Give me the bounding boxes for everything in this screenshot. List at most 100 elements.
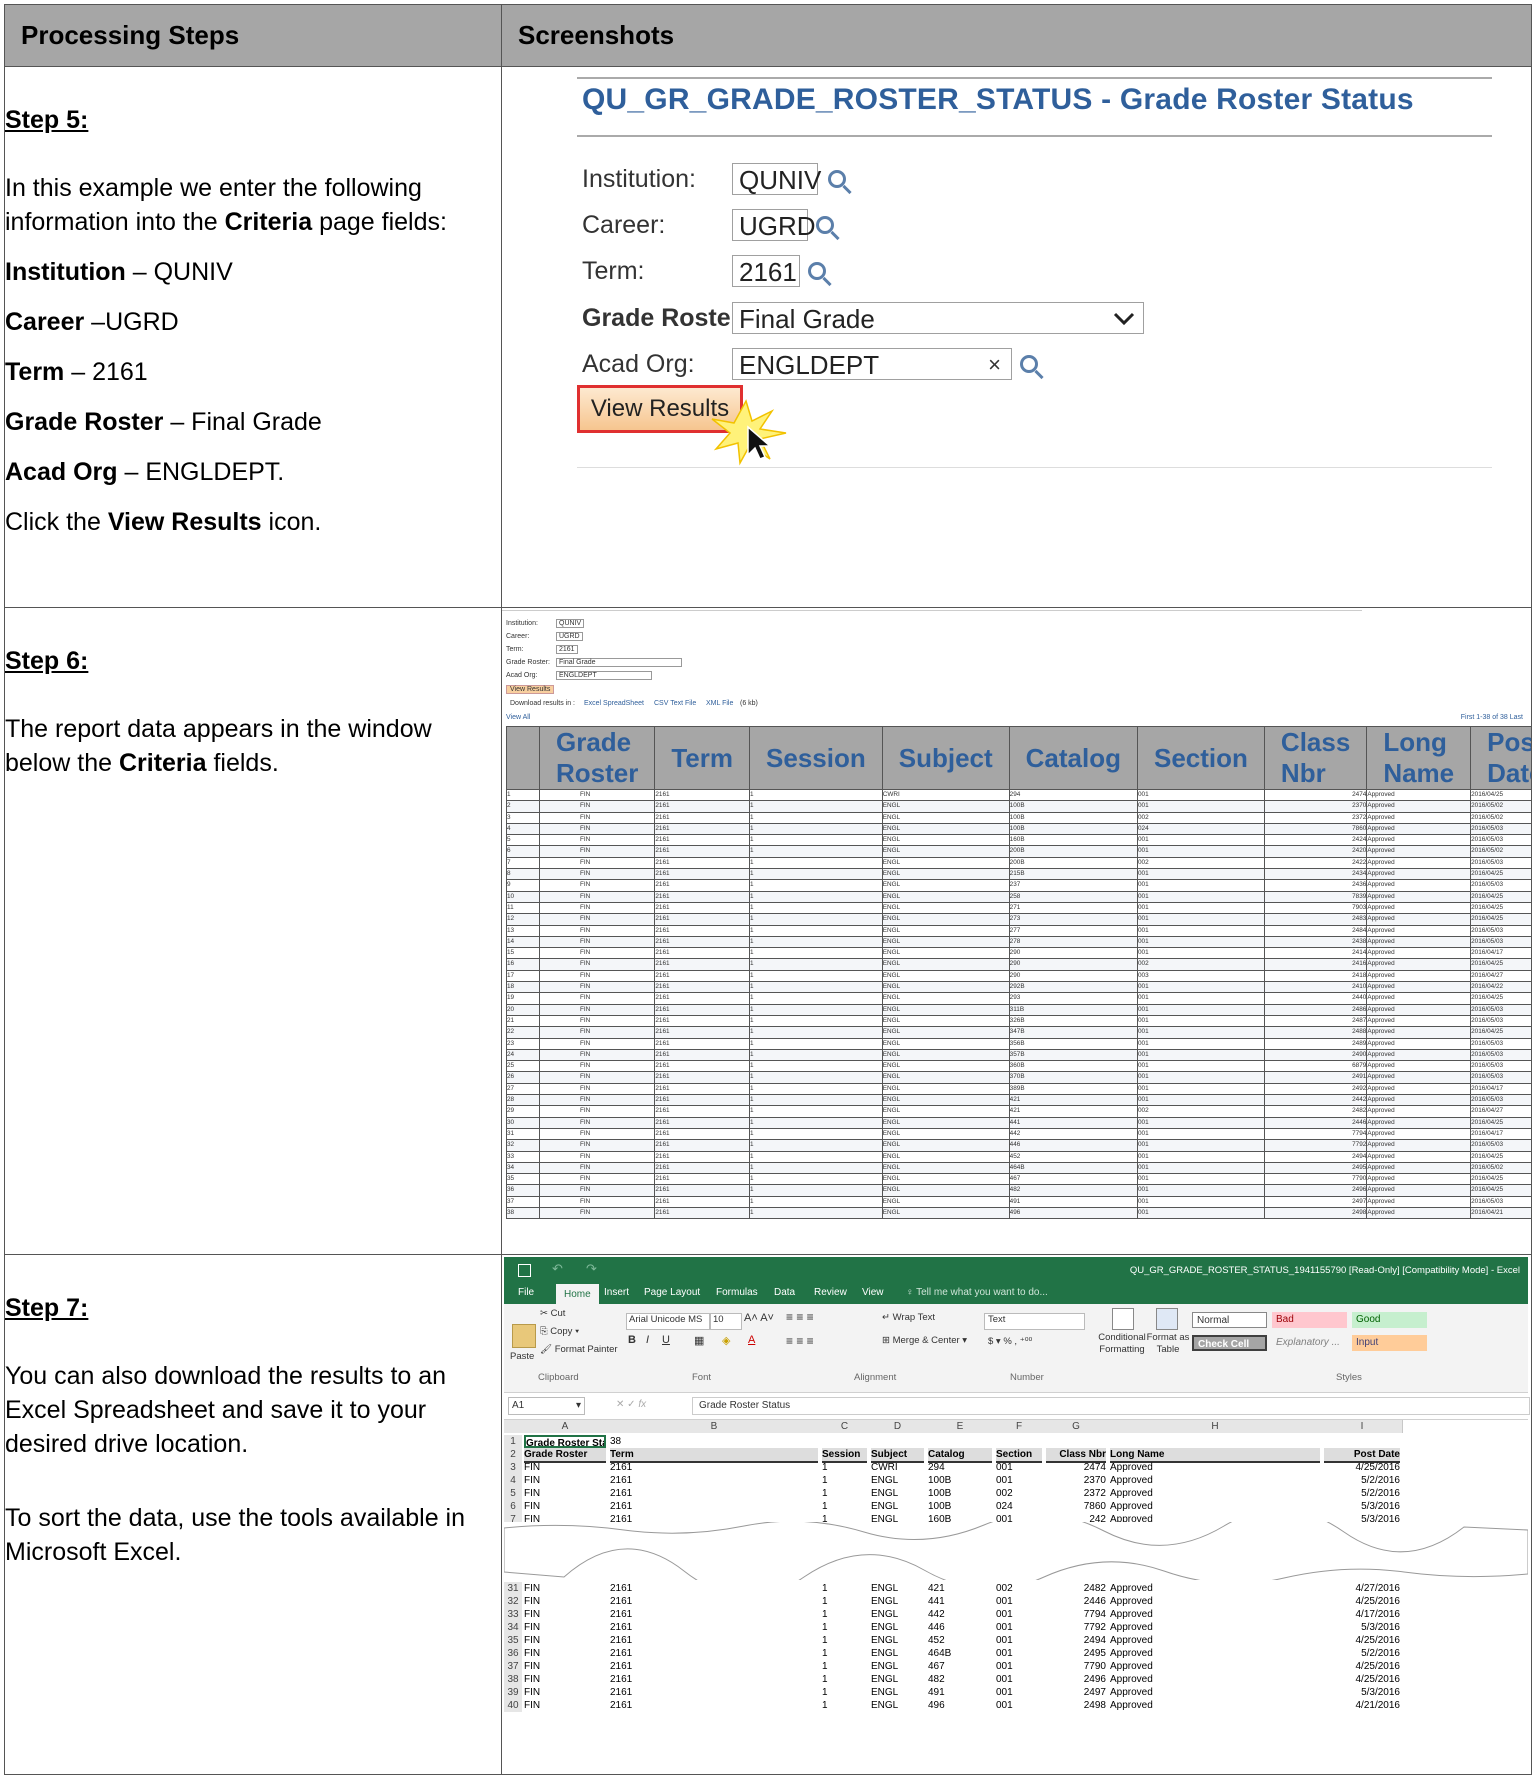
sheet-cell[interactable]: FIN [524, 1699, 606, 1712]
sheet-cell[interactable]: 2496 [1046, 1673, 1106, 1686]
sheet-cell[interactable]: 4/27/2016 [1324, 1582, 1401, 1595]
formula-buttons-icon[interactable]: ✕ ✓ fx [616, 1399, 646, 1410]
sheet-cell[interactable]: 464B [928, 1647, 992, 1660]
cut-button[interactable]: ✂ Cut [540, 1308, 565, 1319]
sheet-cell[interactable]: 442 [928, 1608, 992, 1621]
sheet-cell[interactable]: ENGL [871, 1595, 924, 1608]
sheet-cell[interactable]: 1 [822, 1647, 867, 1660]
sheet-cell[interactable]: ENGL [871, 1634, 924, 1647]
sheet-cell[interactable] [1110, 1435, 1320, 1448]
sheet-cell[interactable]: 5/2/2016 [1324, 1474, 1400, 1487]
sheet-cell[interactable]: 001 [996, 1647, 1042, 1660]
tab-home[interactable]: Home [556, 1284, 599, 1306]
sheet-cell[interactable]: 001 [996, 1660, 1042, 1673]
column-header[interactable]: Post Date [1470, 726, 1531, 790]
align-top-icon[interactable]: ≡ ≡ ≡ [786, 1310, 814, 1324]
column-header[interactable]: Session [749, 726, 883, 790]
clear-icon[interactable]: × [988, 349, 1001, 381]
sheet-cell[interactable]: Approved [1110, 1487, 1320, 1500]
sheet-cell[interactable]: 5/3/2016 [1324, 1500, 1400, 1513]
conditional-formatting-button[interactable]: Conditional Formatting [1092, 1332, 1152, 1356]
style-bad[interactable]: Bad [1272, 1312, 1347, 1328]
sheet-cell[interactable]: FIN [524, 1582, 606, 1595]
sheet-cell[interactable]: 001 [996, 1608, 1042, 1621]
sheet-cell[interactable]: ENGL [871, 1474, 924, 1487]
sheet-cell[interactable]: 2161 [610, 1673, 818, 1686]
sheet-cell[interactable]: 2161 [610, 1487, 818, 1500]
sheet-cell[interactable]: FIN [524, 1500, 606, 1513]
merge-center-button[interactable]: ⊞ Merge & Center ▾ [882, 1335, 967, 1346]
column-header[interactable]: Term [654, 726, 751, 790]
sheet-cell[interactable]: 446 [928, 1621, 992, 1634]
sheet-cell[interactable]: FIN [524, 1474, 606, 1487]
sheet-cell[interactable]: 4/25/2016 [1324, 1595, 1401, 1608]
sheet-cell[interactable]: FIN [524, 1595, 606, 1608]
sheet-cell[interactable]: 4/25/2016 [1324, 1660, 1401, 1673]
sheet-cell[interactable]: 421 [928, 1582, 992, 1595]
column-header[interactable]: A [522, 1420, 609, 1433]
row-number[interactable]: 35 [504, 1634, 522, 1647]
sheet-cell[interactable]: 2446 [1046, 1595, 1106, 1608]
column-header[interactable]: Grade Roster [538, 726, 656, 790]
format-table-icon[interactable] [1156, 1308, 1178, 1330]
sheet-cell[interactable] [996, 1435, 1042, 1448]
style-good[interactable]: Good [1352, 1312, 1427, 1328]
sheet-cell[interactable]: 2161 [610, 1461, 818, 1474]
wrap-text-button[interactable]: ↵ Wrap Text [882, 1312, 935, 1323]
sheet-cell[interactable]: 2161 [610, 1634, 818, 1647]
sheet-cell[interactable]: 38 [610, 1435, 818, 1448]
sheet-cell[interactable]: ENGL [871, 1608, 924, 1621]
column-header[interactable]: H [1108, 1420, 1323, 1433]
sheet-cell[interactable]: CWRI [871, 1461, 924, 1474]
sheet-cell[interactable]: FIN [524, 1673, 606, 1686]
sheet-cell[interactable]: 5/2/2016 [1324, 1487, 1400, 1500]
row-number[interactable]: 38 [504, 1673, 522, 1686]
career-input[interactable]: UGRD [732, 209, 816, 241]
tab-insert[interactable]: Insert [604, 1287, 629, 1298]
sheet-cell[interactable]: FIN [524, 1621, 606, 1634]
sheet-cell[interactable]: 1 [822, 1474, 867, 1487]
tell-me-search[interactable]: ♀ Tell me what you want to do... [906, 1287, 1048, 1298]
row-number[interactable]: 31 [504, 1582, 522, 1595]
sheet-cell[interactable]: ENGL [871, 1686, 924, 1699]
column-header[interactable]: Subject [881, 726, 1010, 790]
sheet-cell[interactable]: Approved [1110, 1634, 1320, 1647]
sheet-cell[interactable]: 1 [822, 1686, 867, 1699]
sheet-cell[interactable]: 2161 [610, 1647, 818, 1660]
search-icon[interactable] [828, 170, 846, 188]
save-icon[interactable] [518, 1264, 531, 1277]
sheet-cell[interactable]: 2161 [610, 1686, 818, 1699]
csv-download-link[interactable]: CSV Text File [654, 700, 696, 707]
sheet-cell[interactable]: 4/25/2016 [1324, 1634, 1401, 1647]
sheet-cell[interactable]: 002 [996, 1582, 1042, 1595]
sheet-cell[interactable]: 467 [928, 1660, 992, 1673]
fill-color-icon[interactable]: ◈ [722, 1334, 730, 1347]
mini-acad-input[interactable]: ENGLDEPT [556, 671, 652, 680]
sheet-cell[interactable]: 001 [996, 1686, 1042, 1699]
row-number[interactable]: 33 [504, 1608, 522, 1621]
sheet-cell[interactable]: 7790 [1046, 1660, 1106, 1673]
sheet-cell[interactable]: 2498 [1046, 1699, 1106, 1712]
row-number[interactable]: 34 [504, 1621, 522, 1634]
sheet-cell[interactable]: 2161 [610, 1608, 818, 1621]
mini-term-input[interactable]: 2161 [556, 645, 578, 654]
sheet-cell[interactable]: Approved [1110, 1647, 1320, 1660]
term-input[interactable]: 2161 [732, 255, 800, 287]
sheet-cell[interactable]: 2161 [610, 1699, 818, 1712]
sheet-cell[interactable]: 2370 [1046, 1474, 1106, 1487]
sheet-cell[interactable]: Approved [1110, 1595, 1320, 1608]
sheet-cell[interactable]: 1 [822, 1634, 867, 1647]
style-check-cell[interactable]: Check Cell [1192, 1335, 1267, 1351]
row-number[interactable]: 39 [504, 1686, 522, 1699]
sheet-cell[interactable]: 7860 [1046, 1500, 1106, 1513]
number-format-select[interactable]: Text [984, 1313, 1085, 1330]
sheet-cell[interactable]: 2161 [610, 1582, 818, 1595]
format-painter-button[interactable]: 🖌 Format Painter [540, 1344, 618, 1355]
sheet-cell[interactable]: 1 [822, 1500, 867, 1513]
sheet-cell[interactable]: 2161 [610, 1474, 818, 1487]
sheet-cell[interactable]: 001 [996, 1595, 1042, 1608]
sheet-cell[interactable]: 4/25/2016 [1324, 1461, 1401, 1474]
row-number[interactable]: 5 [504, 1487, 522, 1500]
align-left-icon[interactable]: ≡ ≡ ≡ [786, 1334, 814, 1348]
sheet-cell[interactable]: 001 [996, 1621, 1042, 1634]
